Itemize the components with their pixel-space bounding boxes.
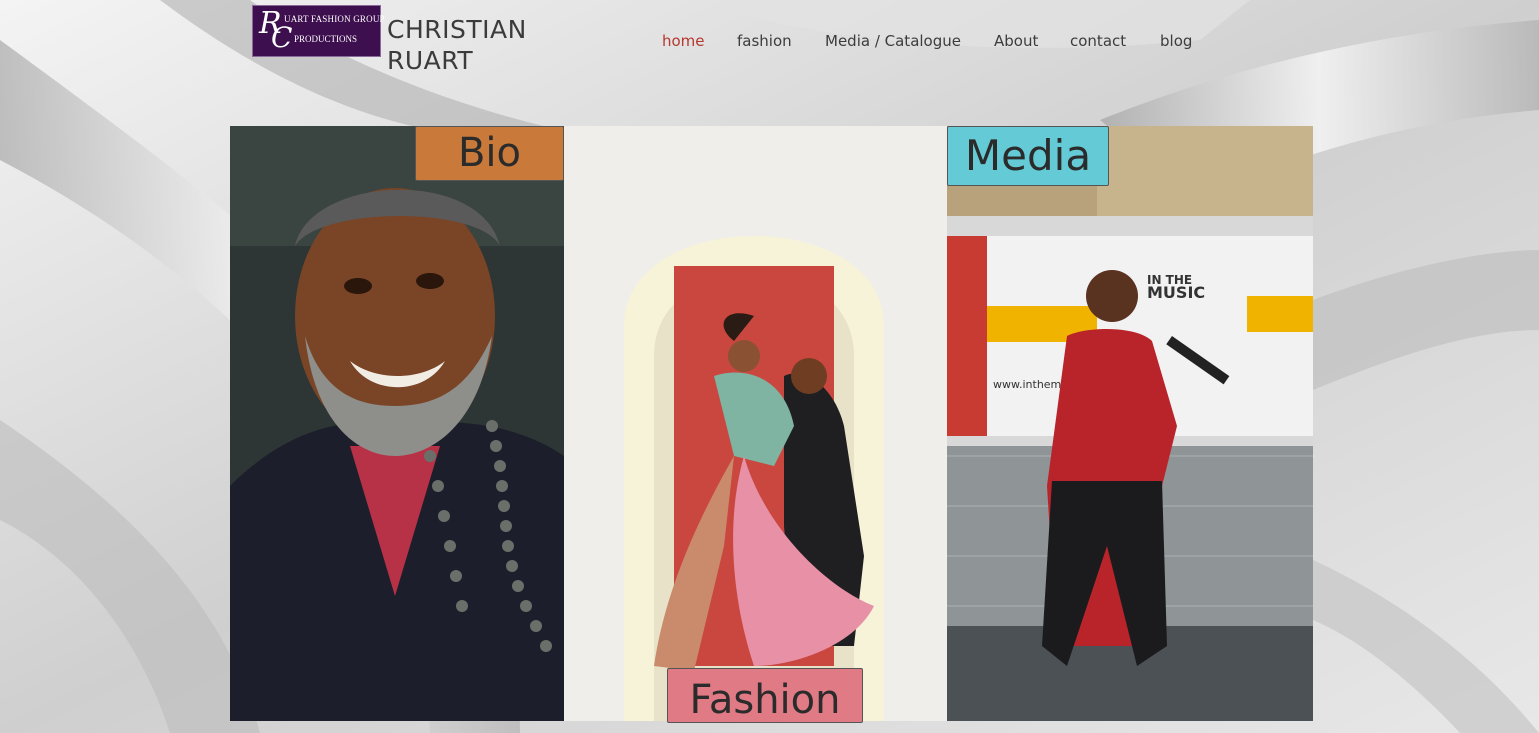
fashion-label-button[interactable]: Fashion xyxy=(667,668,863,723)
logo-text-line1: UART FASHION GROUP xyxy=(284,14,385,24)
site-title-line2: RUART xyxy=(387,46,474,75)
brand-logo[interactable]: R C UART FASHION GROUP PRODUCTIONS xyxy=(252,5,385,57)
media-label-button[interactable]: Media xyxy=(947,126,1109,186)
nav-item-home[interactable]: home xyxy=(662,30,705,52)
nav-item-contact[interactable]: contact xyxy=(1070,30,1126,52)
nav-item-media-catalogue[interactable]: Media / Catalogue xyxy=(825,30,961,52)
fashion-photo[interactable] xyxy=(564,126,947,721)
bio-photo[interactable] xyxy=(230,126,564,721)
media-photo[interactable]: IN THE MUSIC www.inthemusic xyxy=(947,126,1313,721)
bio-label-button[interactable]: Bio xyxy=(415,126,564,181)
site-title[interactable]: CHRISTIAN RUART xyxy=(387,14,547,76)
banner-music: MUSIC xyxy=(1147,283,1205,302)
nav-item-fashion[interactable]: fashion xyxy=(737,30,792,52)
site-title-line1: CHRISTIAN xyxy=(387,15,527,44)
nav-item-blog[interactable]: blog xyxy=(1160,30,1192,52)
logo-text-line2: PRODUCTIONS xyxy=(294,34,358,44)
logo-monogram-c: C xyxy=(271,21,293,54)
nav-item-about[interactable]: About xyxy=(994,30,1038,52)
